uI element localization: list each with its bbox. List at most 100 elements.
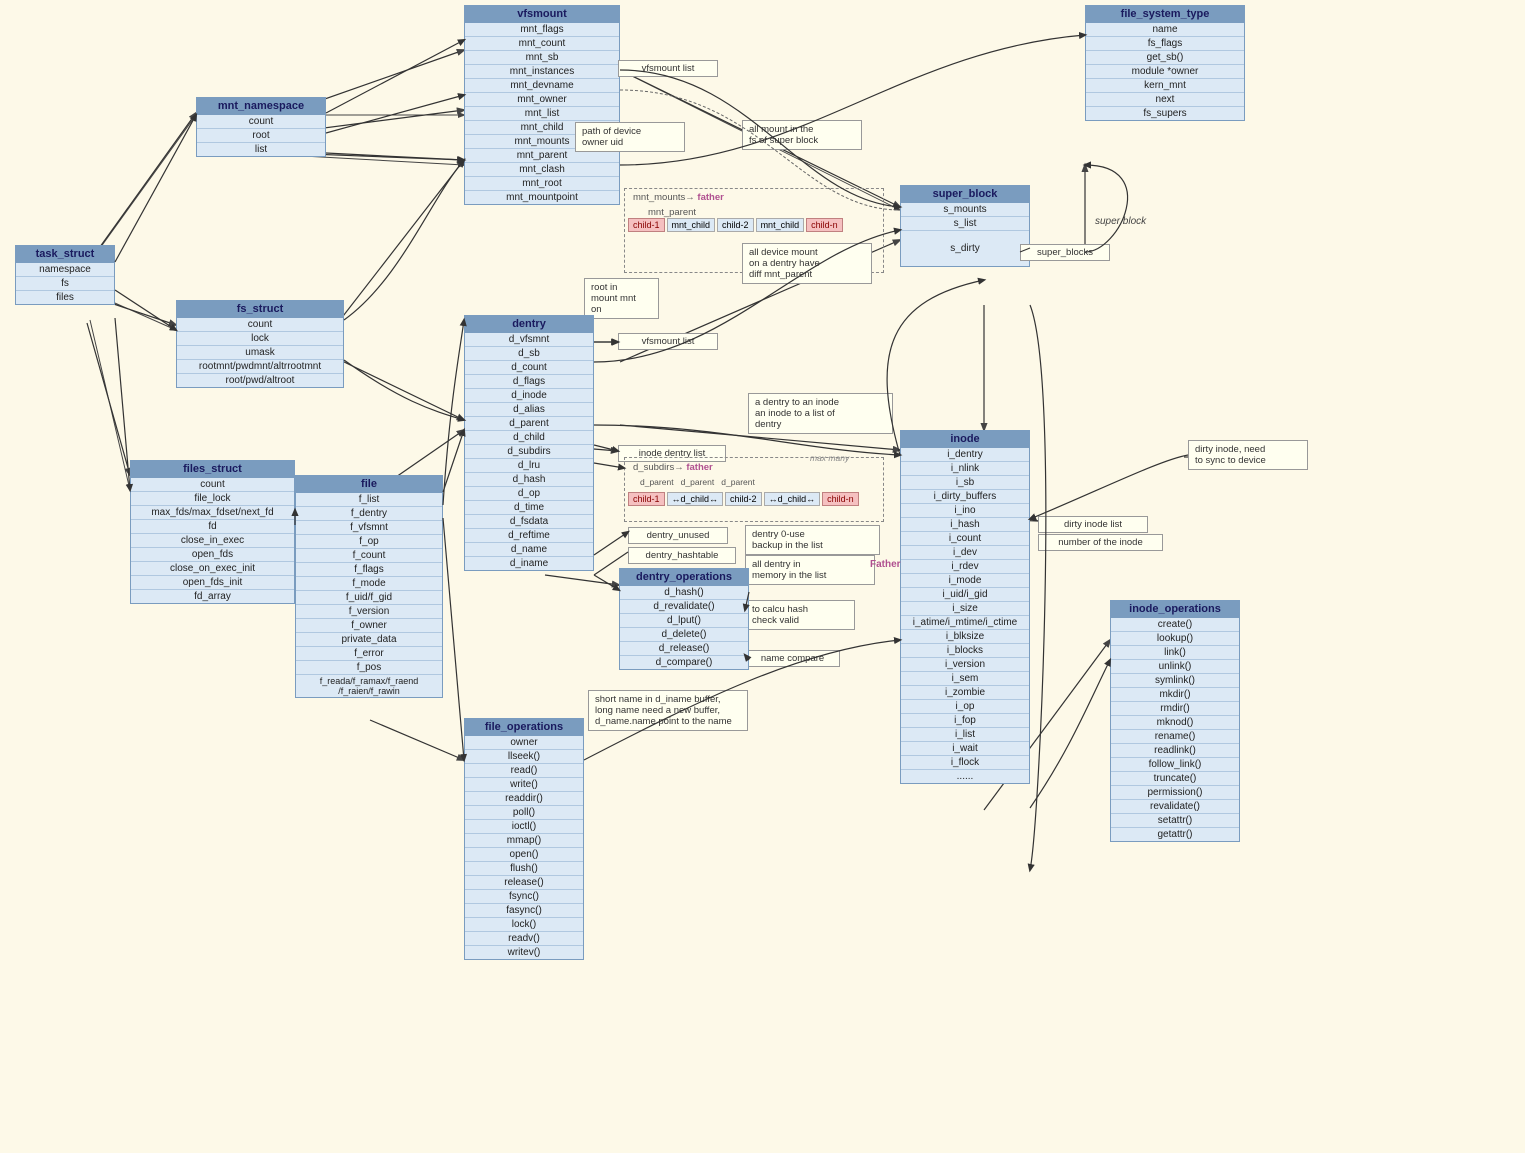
dentry-0use-note: dentry 0-usebackup in the list: [745, 525, 880, 555]
dentry-ops-title: dentry_operations: [620, 569, 748, 586]
d-field-5: d_alias: [465, 403, 593, 417]
task-struct-box: task_struct namespace fs files: [15, 245, 115, 305]
i-field-21: i_wait: [901, 742, 1029, 756]
fops-field-13: lock(): [465, 918, 583, 932]
iops-field-3: unlink(): [1111, 660, 1239, 674]
dentry-box: dentry d_vfsmnt d_sb d_count d_flags d_i…: [464, 315, 594, 571]
iops-field-5: mkdir(): [1111, 688, 1239, 702]
mnt-mounts-label: mnt_mounts→ father: [633, 192, 724, 203]
father-label: Father: [870, 559, 901, 570]
vfsmount-field-12: mnt_mountpoint: [465, 191, 619, 204]
i-field-9: i_mode: [901, 574, 1029, 588]
mns-field-1: root: [197, 129, 325, 143]
vfsmount-field-0: mnt_flags: [465, 23, 619, 37]
fstruct-field-6: close_on_exec_init: [131, 562, 294, 576]
fs-struct-title: fs_struct: [177, 301, 343, 318]
file-ops-title: file_operations: [465, 719, 583, 736]
d-subdirs-label: d_subdirs→ father: [633, 462, 713, 473]
file-box: file f_list f_dentry f_vfsmnt f_op f_cou…: [295, 475, 443, 698]
iops-field-12: permission(): [1111, 786, 1239, 800]
iops-field-11: truncate(): [1111, 772, 1239, 786]
iops-field-14: setattr(): [1111, 814, 1239, 828]
fs-struct-box: fs_struct count lock umask rootmnt/pwdmn…: [176, 300, 344, 388]
file-field-13: f_reada/f_ramax/f_raend/f_raien/f_rawin: [296, 675, 442, 697]
vfsmount-field-1: mnt_count: [465, 37, 619, 51]
iops-field-6: rmdir(): [1111, 702, 1239, 716]
d-field-14: d_reftime: [465, 529, 593, 543]
dops-field-2: d_lput(): [620, 614, 748, 628]
fops-field-8: open(): [465, 848, 583, 862]
dops-field-1: d_revalidate(): [620, 600, 748, 614]
file-field-8: f_version: [296, 605, 442, 619]
iops-field-0: create(): [1111, 618, 1239, 632]
iops-field-2: link(): [1111, 646, 1239, 660]
path-device-note: path of deviceowner uid: [575, 122, 685, 152]
d-field-7: d_child: [465, 431, 593, 445]
i-field-8: i_rdev: [901, 560, 1029, 574]
iops-field-7: mknod(): [1111, 716, 1239, 730]
fst-field-5: next: [1086, 93, 1244, 107]
fst-field-1: fs_flags: [1086, 37, 1244, 51]
file-field-2: f_vfsmnt: [296, 521, 442, 535]
vfsmount-field-4: mnt_devname: [465, 79, 619, 93]
mns-field-0: count: [197, 115, 325, 129]
fops-field-9: flush(): [465, 862, 583, 876]
vfsmount-field-2: mnt_sb: [465, 51, 619, 65]
dops-field-5: d_compare(): [620, 656, 748, 669]
number-inode-note: number of the inode: [1038, 534, 1163, 551]
file-field-9: f_owner: [296, 619, 442, 633]
d-field-1: d_sb: [465, 347, 593, 361]
child-row-1: child-1 mnt_child child-2 mnt_child chil…: [628, 218, 843, 232]
d-field-11: d_op: [465, 487, 593, 501]
i-field-5: i_hash: [901, 518, 1029, 532]
file-field-7: f_uid/f_gid: [296, 591, 442, 605]
mns-field-2: list: [197, 143, 325, 156]
d-field-15: d_name: [465, 543, 593, 557]
iops-field-15: getattr(): [1111, 828, 1239, 841]
iops-field-4: symlink(): [1111, 674, 1239, 688]
file-title: file: [296, 476, 442, 493]
mnt-namespace-title: mnt_namespace: [197, 98, 325, 115]
fops-field-3: write(): [465, 778, 583, 792]
vfsmount-field-6: mnt_list: [465, 107, 619, 121]
d-field-4: d_inode: [465, 389, 593, 403]
fops-field-2: read(): [465, 764, 583, 778]
fops-field-4: readdir(): [465, 792, 583, 806]
file-field-10: private_data: [296, 633, 442, 647]
iops-field-9: readlink(): [1111, 744, 1239, 758]
fops-field-14: readv(): [465, 932, 583, 946]
all-dentry-memory-note: all dentry inmemory in the list: [745, 555, 875, 585]
mnt-parent-label: mnt_parent: [648, 207, 696, 218]
file-field-6: f_mode: [296, 577, 442, 591]
sb-field-0: s_mounts: [901, 203, 1029, 217]
iops-field-8: rename(): [1111, 730, 1239, 744]
i-field-20: i_list: [901, 728, 1029, 742]
fops-field-6: ioctl(): [465, 820, 583, 834]
ts-field-1: fs: [16, 277, 114, 291]
file-operations-box: file_operations owner llseek() read() wr…: [464, 718, 584, 960]
fstruct-field-4: close_in_exec: [131, 534, 294, 548]
child-row-2: child-1 ↔d_child↔ child-2 ↔d_child↔ chil…: [628, 492, 859, 506]
d-field-12: d_time: [465, 501, 593, 515]
inode-ops-title: inode_operations: [1111, 601, 1239, 618]
file-field-11: f_error: [296, 647, 442, 661]
i-field-7: i_dev: [901, 546, 1029, 560]
file-system-type-title: file_system_type: [1086, 6, 1244, 23]
d-field-3: d_flags: [465, 375, 593, 389]
super-block-label: super block: [1095, 216, 1146, 227]
d-field-8: d_subdirs: [465, 445, 593, 459]
i-field-1: i_nlink: [901, 462, 1029, 476]
dops-field-4: d_release(): [620, 642, 748, 656]
i-field-13: i_blksize: [901, 630, 1029, 644]
fst-field-2: get_sb(): [1086, 51, 1244, 65]
file-field-3: f_op: [296, 535, 442, 549]
diagram-container: vfsmount mnt_flags mnt_count mnt_sb mnt_…: [0, 0, 1525, 1153]
i-field-2: i_sb: [901, 476, 1029, 490]
dentry-operations-box: dentry_operations d_hash() d_revalidate(…: [619, 568, 749, 670]
fss-field-1: lock: [177, 332, 343, 346]
to-calcu-hash-note: to calcu hashcheck valid: [745, 600, 855, 630]
vfsmount-field-3: mnt_instances: [465, 65, 619, 79]
super-blocks-note: super_blocks: [1020, 244, 1110, 261]
i-field-0: i_dentry: [901, 448, 1029, 462]
vfsmount-list-note-top: vfsmount list: [618, 60, 718, 77]
